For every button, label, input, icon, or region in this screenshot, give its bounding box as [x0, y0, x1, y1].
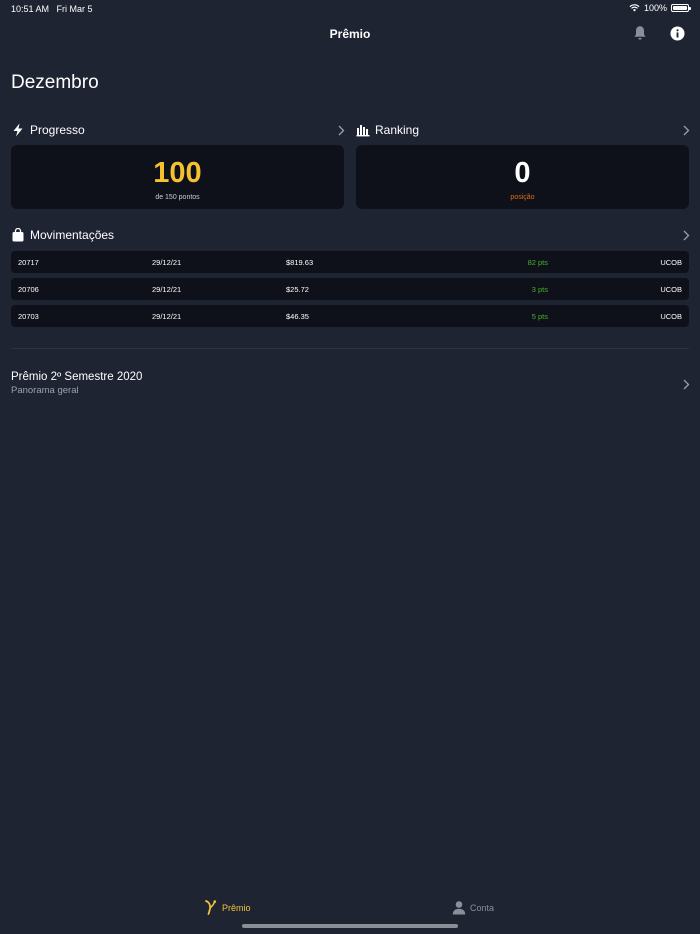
- table-row[interactable]: 20706 29/12/21 $25.72 3 pts UCOB: [11, 278, 689, 300]
- tab-conta[interactable]: Conta: [452, 900, 494, 915]
- row-code: UCOB: [660, 258, 682, 267]
- row-amount: $819.63: [286, 258, 314, 267]
- season-title: Prêmio 2º Semestre 2020: [11, 371, 143, 383]
- movimentacoes-chevron-icon[interactable]: [682, 230, 690, 241]
- movimentacoes-header[interactable]: Movimentações: [11, 227, 114, 243]
- row-date: 29/12/21: [152, 258, 182, 267]
- shopping-bag-icon: [11, 228, 25, 242]
- ranking-chevron-icon[interactable]: [682, 125, 690, 136]
- table-row[interactable]: 20703 29/12/21 $46.35 5 pts UCOB: [11, 305, 689, 327]
- row-points: 3 pts: [531, 285, 548, 294]
- progresso-header[interactable]: Progresso: [11, 122, 85, 138]
- battery-percent: 100%: [643, 3, 667, 13]
- movimentacoes-label: Movimentações: [30, 228, 115, 242]
- status-time: 10:51 AM Fri Mar 5: [11, 4, 93, 14]
- row-id: 20703: [18, 312, 39, 321]
- progresso-value: 100: [153, 157, 202, 189]
- tab-conta-label: Conta: [470, 902, 495, 913]
- month-title: Dezembro: [11, 72, 99, 93]
- row-code: UCOB: [660, 285, 682, 294]
- status-right: 100%: [629, 3, 691, 13]
- screen: 10:51 AM Fri Mar 5 100% Prêmio Dezembro …: [0, 0, 700, 934]
- person-icon: [452, 900, 466, 915]
- season-subtitle: Panorama geral: [11, 385, 79, 396]
- ranking-value: 0: [514, 157, 531, 189]
- tab-premio[interactable]: Prêmio: [204, 900, 251, 915]
- row-code: UCOB: [660, 312, 682, 321]
- row-date: 29/12/21: [152, 312, 182, 321]
- bar-chart-icon: [356, 123, 370, 137]
- season-chevron-icon[interactable]: [682, 379, 690, 390]
- progresso-chevron-icon[interactable]: [337, 125, 345, 136]
- season-link[interactable]: Prêmio 2º Semestre 2020 Panorama geral: [11, 371, 142, 396]
- progresso-label: Progresso: [30, 123, 85, 137]
- tab-premio-label: Prêmio: [222, 902, 251, 913]
- row-id: 20717: [18, 258, 39, 267]
- ranking-card[interactable]: 0 posição: [356, 145, 689, 209]
- table-row[interactable]: 20717 29/12/21 $819.63 82 pts UCOB: [11, 251, 689, 273]
- row-date: 29/12/21: [152, 285, 182, 294]
- ranking-label: Ranking: [375, 123, 420, 137]
- premio-logo-icon: [204, 900, 218, 915]
- wifi-icon: [629, 4, 640, 12]
- page-title: Prêmio: [329, 27, 371, 41]
- row-id: 20706: [18, 285, 39, 294]
- progresso-card[interactable]: 100 de 150 pontos: [11, 145, 344, 209]
- row-points: 82 pts: [527, 258, 548, 267]
- lightning-icon: [11, 123, 25, 137]
- row-points: 5 pts: [531, 312, 548, 321]
- nav-bar: Prêmio: [0, 22, 700, 46]
- status-bar: 10:51 AM Fri Mar 5 100%: [0, 0, 700, 18]
- row-amount: $46.35: [286, 312, 309, 321]
- bell-icon[interactable]: [632, 25, 648, 41]
- ranking-subtitle: posição: [510, 194, 535, 201]
- tab-bar: Prêmio Conta: [0, 896, 700, 920]
- row-amount: $25.72: [286, 285, 309, 294]
- ranking-header[interactable]: Ranking: [356, 122, 419, 138]
- section-divider: [11, 348, 689, 349]
- home-indicator: [242, 924, 458, 928]
- battery-fill: [673, 6, 687, 10]
- progresso-subtitle: de 150 pontos: [155, 194, 200, 201]
- battery-icon: [671, 4, 691, 12]
- info-icon[interactable]: [670, 26, 685, 41]
